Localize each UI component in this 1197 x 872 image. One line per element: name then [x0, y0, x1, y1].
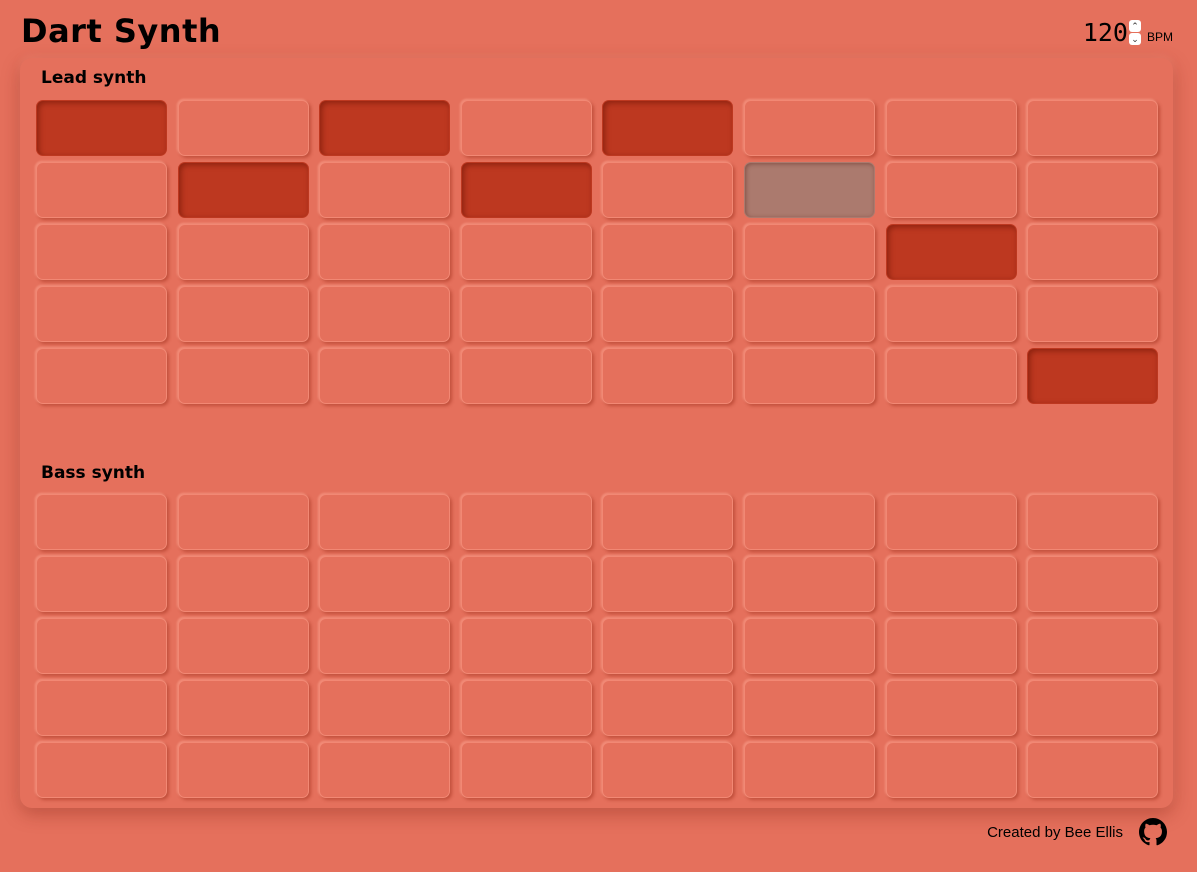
bass-step-cell[interactable]	[177, 680, 309, 736]
bass-step-cell[interactable]	[36, 494, 167, 550]
lead-step-cell[interactable]	[460, 162, 592, 218]
bass-step-cell[interactable]	[1027, 618, 1159, 674]
lead-step-cell[interactable]	[36, 100, 167, 156]
lead-step-cell[interactable]	[460, 224, 592, 280]
bass-step-cell[interactable]	[743, 618, 875, 674]
bass-step-cell[interactable]	[885, 742, 1017, 798]
lead-step-cell[interactable]	[177, 162, 309, 218]
bass-step-cell[interactable]	[319, 556, 451, 612]
lead-step-cell[interactable]	[36, 162, 167, 218]
lead-step-cell[interactable]	[602, 224, 734, 280]
lead-step-cell[interactable]	[743, 286, 875, 342]
bass-step-cell[interactable]	[460, 618, 592, 674]
bass-step-cell[interactable]	[743, 680, 875, 736]
bass-step-cell[interactable]	[602, 494, 734, 550]
bass-step-cell[interactable]	[885, 680, 1017, 736]
bass-step-cell[interactable]	[36, 556, 167, 612]
bass-step-cell[interactable]	[1027, 742, 1159, 798]
lead-step-cell[interactable]	[885, 224, 1017, 280]
lead-step-cell[interactable]	[177, 100, 309, 156]
bass-step-cell[interactable]	[36, 618, 167, 674]
lead-step-cell[interactable]	[885, 162, 1017, 218]
lead-step-cell[interactable]	[1027, 224, 1159, 280]
lead-step-cell[interactable]	[1027, 162, 1159, 218]
bass-step-cell[interactable]	[743, 742, 875, 798]
bpm-decrement-button[interactable]: ⌄	[1128, 32, 1141, 45]
bass-step-cell[interactable]	[319, 494, 451, 550]
bpm-input[interactable]: 120	[1083, 18, 1128, 47]
lead-step-cell[interactable]	[1027, 286, 1159, 342]
bass-step-cell[interactable]	[602, 618, 734, 674]
bpm-spinner: ⌃ ⌄	[1128, 19, 1141, 46]
bass-step-cell[interactable]	[1027, 680, 1159, 736]
lead-step-cell[interactable]	[743, 224, 875, 280]
lead-step-cell[interactable]	[885, 100, 1017, 156]
lead-step-cell[interactable]	[1027, 348, 1159, 404]
bpm-label: BPM	[1146, 29, 1173, 44]
lead-step-cell[interactable]	[602, 100, 734, 156]
lead-step-cell[interactable]	[177, 224, 309, 280]
lead-step-cell[interactable]	[177, 286, 309, 342]
lead-synth-grid	[36, 100, 1159, 404]
lead-step-cell[interactable]	[36, 286, 167, 342]
bass-step-cell[interactable]	[319, 742, 451, 798]
bass-step-cell[interactable]	[177, 556, 309, 612]
lead-step-cell[interactable]	[319, 100, 451, 156]
bass-step-cell[interactable]	[36, 742, 167, 798]
credit-link[interactable]: Created by Bee Ellis	[987, 824, 1123, 841]
bass-step-cell[interactable]	[177, 742, 309, 798]
bass-step-cell[interactable]	[177, 618, 309, 674]
bass-step-cell[interactable]	[319, 618, 451, 674]
lead-step-cell[interactable]	[602, 286, 734, 342]
app-title: Dart Synth	[21, 12, 222, 50]
bass-step-cell[interactable]	[460, 680, 592, 736]
lead-step-cell[interactable]	[177, 348, 309, 404]
lead-step-cell[interactable]	[36, 348, 167, 404]
bass-step-cell[interactable]	[1027, 556, 1159, 612]
lead-synth-title: Lead synth	[41, 68, 147, 88]
lead-step-cell[interactable]	[319, 348, 451, 404]
lead-step-cell[interactable]	[602, 162, 734, 218]
bass-step-cell[interactable]	[885, 494, 1017, 550]
lead-step-cell[interactable]	[743, 100, 875, 156]
bass-step-cell[interactable]	[460, 494, 592, 550]
github-icon[interactable]	[1139, 818, 1167, 846]
lead-step-cell[interactable]	[602, 348, 734, 404]
lead-step-cell[interactable]	[460, 348, 592, 404]
bass-step-cell[interactable]	[602, 742, 734, 798]
lead-step-cell[interactable]	[319, 162, 451, 218]
lead-step-cell[interactable]	[460, 100, 592, 156]
bass-step-cell[interactable]	[460, 742, 592, 798]
bpm-control: 120 ⌃ ⌄ BPM	[1083, 18, 1173, 47]
footer: Created by Bee Ellis	[987, 818, 1167, 846]
lead-step-cell[interactable]	[319, 224, 451, 280]
sequencer-panel: Lead synth Bass synth	[20, 58, 1173, 808]
bass-step-cell[interactable]	[36, 680, 167, 736]
lead-step-cell[interactable]	[36, 224, 167, 280]
lead-step-cell[interactable]	[1027, 100, 1159, 156]
lead-step-cell[interactable]	[743, 348, 875, 404]
bass-step-cell[interactable]	[743, 494, 875, 550]
bass-step-cell[interactable]	[602, 556, 734, 612]
lead-step-cell[interactable]	[885, 286, 1017, 342]
bass-step-cell[interactable]	[602, 680, 734, 736]
bass-step-cell[interactable]	[177, 494, 309, 550]
lead-step-cell[interactable]	[460, 286, 592, 342]
lead-step-cell[interactable]	[885, 348, 1017, 404]
bass-step-cell[interactable]	[1027, 494, 1159, 550]
bass-step-cell[interactable]	[743, 556, 875, 612]
bass-step-cell[interactable]	[885, 556, 1017, 612]
bass-step-cell[interactable]	[885, 618, 1017, 674]
lead-step-cell[interactable]	[743, 162, 875, 218]
bass-synth-grid	[36, 494, 1159, 798]
bass-synth-title: Bass synth	[41, 463, 146, 483]
bass-step-cell[interactable]	[460, 556, 592, 612]
bpm-increment-button[interactable]: ⌃	[1128, 19, 1141, 32]
bass-step-cell[interactable]	[319, 680, 451, 736]
lead-step-cell[interactable]	[319, 286, 451, 342]
